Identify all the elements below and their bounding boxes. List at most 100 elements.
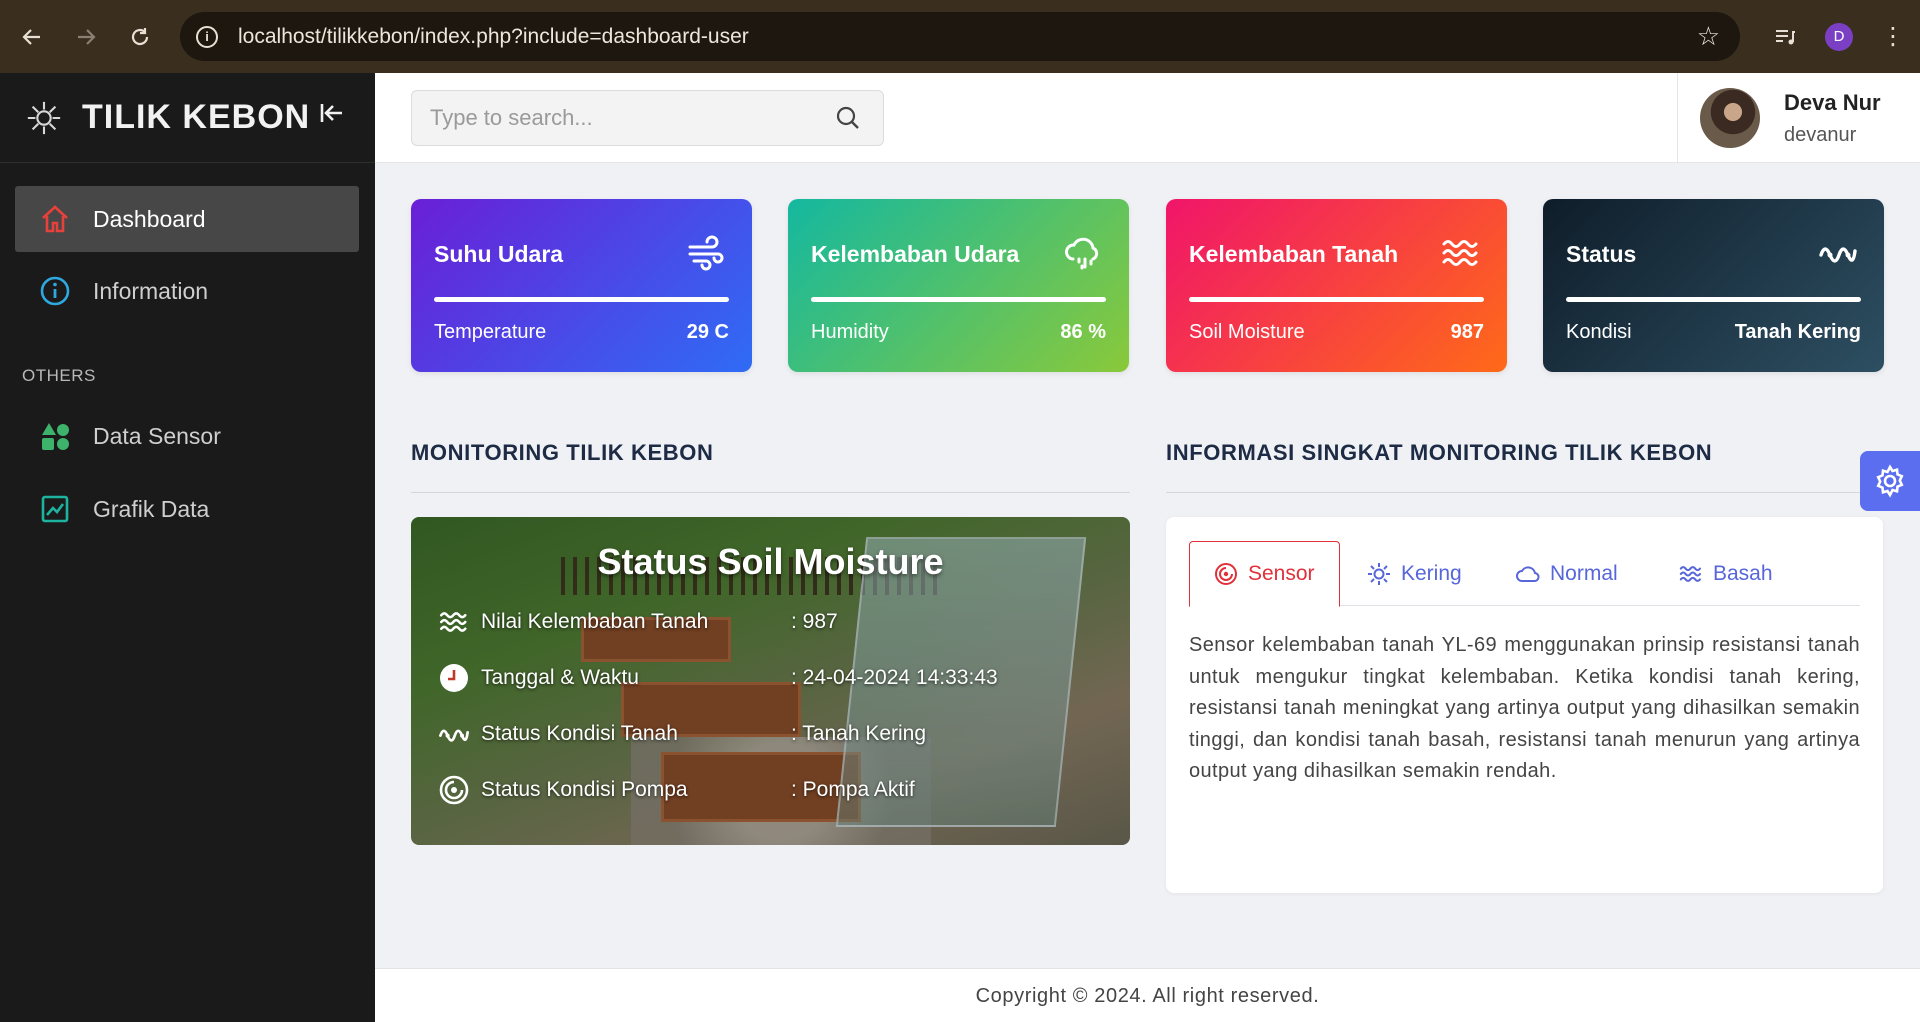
sidebar-item-label: Dashboard [93,205,206,232]
card-label: Humidity [811,321,889,343]
section-divider [411,492,1130,493]
browser-toolbar: i localhost/tilikkebon/index.php?include… [0,0,1920,73]
monitor-row-label: Tanggal & Waktu [481,666,639,689]
address-bar[interactable]: i localhost/tilikkebon/index.php?include… [180,12,1740,61]
profile-avatar: D [1825,22,1853,51]
sidebar-item-label: Data Sensor [93,422,221,449]
monitor-row-value: : 987 [791,610,838,633]
waves-icon [1441,233,1481,273]
monitoring-panel-title: Status Soil Moisture [597,541,944,582]
user-name: Deva Nur [1784,89,1881,115]
forward-button[interactable] [64,15,108,59]
search-box [411,90,884,146]
reload-icon [131,27,149,45]
section-divider [1166,492,1883,493]
sidebar-item-label: Grafik Data [93,495,210,522]
footer: Copyright © 2024. All right reserved. [375,968,1920,1022]
sidebar-item-grafik-data[interactable]: Grafik Data [15,476,359,542]
sun-icon [1367,562,1391,586]
logo-icon [24,98,64,138]
waves-icon [437,605,471,639]
waves-icon [1679,562,1703,586]
sensor-icon [1214,562,1238,586]
home-icon [39,203,71,235]
monitor-row-value: : Tanah Kering [791,722,927,745]
info-panel: Sensor Kering Normal Basah Sensor kelemb… [1166,517,1883,893]
sidebar: TILIK KEBON Dashboard Information OTHERS… [0,73,375,1022]
card-value: 987 [1450,321,1484,343]
footer-copyright: Copyright © 2024. All right reserved. [975,985,1320,1007]
wind-icon [686,233,726,273]
search-icon[interactable] [835,105,861,136]
card-value: Tanah Kering [1734,321,1861,343]
card-divider [434,297,729,302]
monitor-row-value: : 24-04-2024 14:33:43 [791,666,998,689]
tab-kering[interactable]: Kering [1367,541,1462,606]
chart-icon [39,493,71,525]
card-title: Suhu Udara [434,241,564,267]
brand-name: TILIK KEBON [82,98,311,136]
sidebar-item-data-sensor[interactable]: Data Sensor [15,403,359,469]
bookmark-star-icon[interactable]: ☆ [1697,21,1720,52]
info-circle-icon [39,275,71,307]
card-title: Kelembaban Tanah [1189,241,1399,267]
card-divider [811,297,1106,302]
monitoring-section-title: MONITORING TILIK KEBON [411,440,714,465]
monitor-row-datetime: Tanggal & Waktu : 24-04-2024 14:33:43 [437,661,998,695]
info-description: Sensor kelembaban tanah YL-69 menggunaka… [1189,634,1860,782]
card-divider [1566,297,1861,302]
reload-button[interactable] [118,15,162,59]
arrow-right-icon [78,28,96,45]
monitor-row-pump-status: Status Kondisi Pompa : Pompa Aktif [437,773,915,807]
card-label: Temperature [434,321,547,343]
card-title: Status [1566,241,1637,267]
collapse-sidebar-icon[interactable] [318,99,346,134]
back-button[interactable] [10,15,54,59]
card-value: 86 % [1060,321,1106,343]
tab-normal[interactable]: Normal [1516,541,1618,606]
monitoring-panel: Status Soil Moisture Nilai Kelembaban Ta… [411,517,1130,845]
media-control-icon[interactable] [1758,25,1812,49]
settings-button[interactable] [1860,451,1920,511]
pulse-icon [437,717,471,751]
sidebar-item-dashboard[interactable]: Dashboard [15,186,359,252]
sidebar-section-label: OTHERS [22,366,96,385]
pulse-icon [1818,233,1858,273]
shapes-icon [39,420,71,452]
info-tabs: Sensor Kering Normal Basah [1189,541,1860,607]
pump-icon [437,773,471,807]
cloud-icon [1516,562,1540,586]
card-kelembaban-tanah: Kelembaban Tanah Soil Moisture 987 [1166,199,1507,372]
site-info-icon[interactable]: i [196,25,218,48]
card-status: Status Kondisi Tanah Kering [1543,199,1884,372]
clock-icon [437,661,471,695]
card-title: Kelembaban Udara [811,241,1020,267]
user-profile[interactable]: Deva Nur devanur [1677,73,1920,163]
info-section-title: INFORMASI SINGKAT MONITORING TILIK KEBON [1166,440,1713,465]
monitor-row-soil-value: Nilai Kelembaban Tanah : 987 [437,605,838,639]
card-value: 29 C [686,321,729,343]
card-suhu-udara: Suhu Udara Temperature 29 C [411,199,752,372]
card-kelembaban-udara: Kelembaban Udara Humidity 86 % [788,199,1129,372]
tab-label: Normal [1550,561,1618,585]
monitor-row-value: : Pompa Aktif [791,778,915,801]
url-text: localhost/tilikkebon/index.php?include=d… [238,24,749,48]
card-label: Kondisi [1566,321,1632,343]
monitor-row-label: Status Kondisi Pompa [481,778,688,801]
card-label: Soil Moisture [1189,321,1305,343]
monitor-row-label: Status Kondisi Tanah [481,722,678,745]
profile-button[interactable]: D [1812,22,1866,51]
sidebar-item-information[interactable]: Information [15,258,359,324]
user-handle: devanur [1784,123,1857,146]
sidebar-item-label: Information [93,277,209,304]
tab-sensor[interactable]: Sensor [1189,541,1340,607]
monitor-row-soil-status: Status Kondisi Tanah : Tanah Kering [437,717,926,751]
avatar[interactable] [1700,88,1760,148]
tab-basah[interactable]: Basah [1679,541,1773,606]
search-input[interactable] [430,105,830,131]
tab-label: Kering [1401,561,1462,585]
topbar: Deva Nur devanur [375,73,1920,163]
tab-label: Basah [1713,561,1773,585]
tab-label: Sensor [1248,562,1315,585]
browser-menu-icon[interactable]: ⋮ [1866,22,1920,51]
